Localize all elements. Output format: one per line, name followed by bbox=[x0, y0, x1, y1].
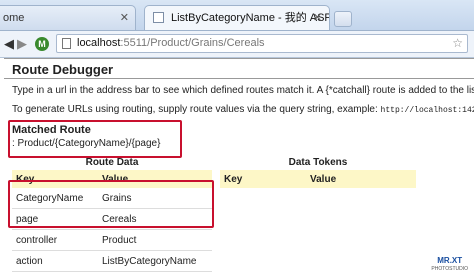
intro-text-example: To generate URLs using routing, supply r… bbox=[12, 104, 474, 115]
data-tokens-table: Key Value bbox=[220, 170, 416, 188]
column-header-key: Key bbox=[220, 170, 306, 188]
address-url[interactable]: localhost:5511/Product/Grains/Cereals bbox=[77, 35, 265, 52]
back-arrow-icon[interactable]: ◀ bbox=[4, 36, 14, 52]
tab-list-by-category[interactable]: ListByCategoryName - 我的 ASP.N ✕ bbox=[144, 5, 330, 30]
page-icon bbox=[62, 38, 71, 49]
bookmark-star-icon[interactable]: ☆ bbox=[452, 35, 463, 52]
tab-label: ome bbox=[3, 12, 25, 24]
route-values-highlight bbox=[8, 180, 214, 228]
tab-strip: ome ✕ ListByCategoryName - 我的 ASP.N ✕ bbox=[0, 0, 474, 31]
route-data-title: Route Data bbox=[85, 157, 139, 168]
watermark-logo: MR.XT PHOTOSTUDIO bbox=[431, 256, 468, 273]
table-row: controller Product bbox=[12, 229, 212, 251]
page-content: Route Debugger Type in a url in the addr… bbox=[0, 58, 474, 276]
close-tab-icon[interactable]: ✕ bbox=[313, 6, 322, 30]
example-url: http://localhost:14230/?id=1 bbox=[380, 106, 474, 115]
route-key: controller bbox=[12, 229, 98, 251]
page-favicon-icon bbox=[153, 12, 164, 23]
data-tokens-title: Data Tokens bbox=[288, 157, 348, 168]
route-value: Product bbox=[98, 229, 212, 251]
matched-route-highlight bbox=[8, 120, 182, 158]
close-tab-icon[interactable]: ✕ bbox=[120, 6, 129, 30]
reload-icon[interactable]: M bbox=[35, 37, 49, 51]
column-header-value: Value bbox=[306, 170, 416, 188]
address-bar[interactable]: localhost:5511/Product/Grains/Cereals ☆ bbox=[56, 34, 468, 53]
route-key: action bbox=[12, 250, 98, 272]
table-row: action ListByCategoryName bbox=[12, 250, 212, 272]
page-title: Route Debugger bbox=[4, 58, 474, 79]
table-header-row: Key Value bbox=[220, 170, 416, 188]
route-value: ListByCategoryName bbox=[98, 250, 212, 272]
new-tab-button[interactable] bbox=[334, 11, 352, 27]
navigation-bar: ◀ ▶ M localhost:5511/Product/Grains/Cere… bbox=[0, 31, 474, 58]
tab-label: ListByCategoryName - 我的 ASP.N bbox=[171, 12, 330, 24]
tab-home[interactable]: ome ✕ bbox=[0, 5, 136, 30]
forward-arrow-icon[interactable]: ▶ bbox=[17, 36, 27, 52]
intro-text: Type in a url in the address bar to see … bbox=[12, 85, 474, 96]
